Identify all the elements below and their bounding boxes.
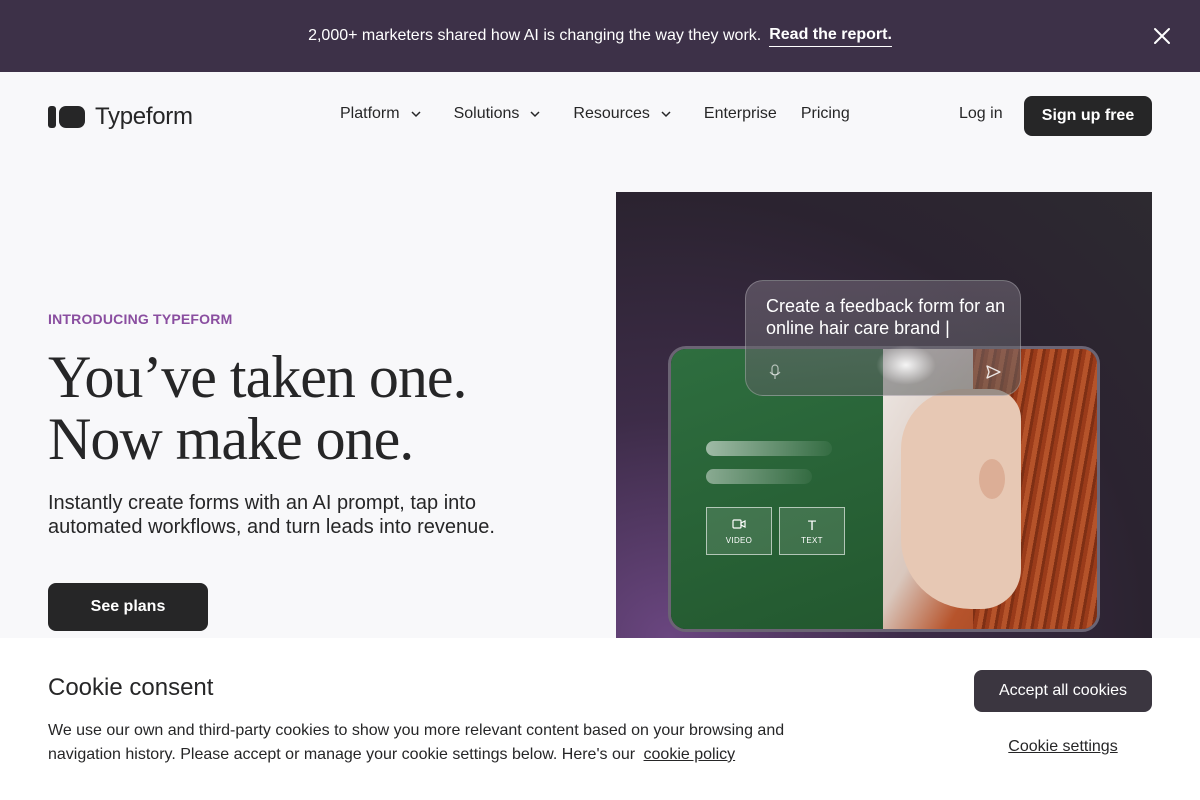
signup-button[interactable]: Sign up free [1024,96,1152,136]
close-icon[interactable] [1152,26,1172,46]
logo-mark-icon [48,106,85,128]
hero-subtext: Instantly create forms with an AI prompt… [48,492,495,538]
placeholder-line [706,469,812,484]
cookie-policy-link[interactable]: cookie policy [644,746,736,763]
chip-label: TEXT [801,535,823,545]
cookie-title: Cookie consent [48,674,214,701]
login-link[interactable]: Log in [959,105,1003,123]
announcement-banner: 2,000+ marketers shared how AI is changi… [0,0,1200,72]
headline-line-2: Now make one. [48,406,414,472]
accept-cookies-button[interactable]: Accept all cookies [974,670,1152,712]
hero-headline: You’ve taken one. Now make one. [48,346,467,470]
nav-item-label: Platform [340,105,400,122]
read-report-link[interactable]: Read the report. [769,26,892,47]
send-icon [984,363,1002,381]
nav-item-platform[interactable]: Platform [340,105,422,123]
cookie-consent-bar: Cookie consent We use our own and third-… [0,638,1200,800]
prompt-text: Create a feedback form for an online hai… [766,296,1006,338]
text-chip: T TEXT [779,507,845,555]
glow-effect [876,345,936,385]
nav-item-label: Solutions [453,105,520,122]
nav-item-solutions[interactable]: Solutions [454,105,542,123]
placeholder-line [706,441,832,456]
see-plans-button[interactable]: See plans [48,583,208,631]
video-camera-icon [732,518,746,532]
headline-line-1: You’ve taken one. [48,344,467,410]
banner-text: 2,000+ marketers shared how AI is changi… [308,27,762,44]
nav-item-label: Resources [573,105,650,122]
cookie-body: We use our own and third-party cookies t… [48,719,788,767]
chevron-down-icon [661,111,671,118]
text-icon: T [807,516,817,533]
nav-item-label: Enterprise [703,105,777,122]
video-chip: VIDEO [706,507,772,555]
ear [979,459,1005,499]
chevron-down-icon [411,111,421,118]
chevron-down-icon [530,111,540,118]
nav-item-label: Pricing [800,105,850,122]
nav-item-resources[interactable]: Resources [573,105,671,123]
microphone-icon [766,363,784,381]
cookie-settings-link[interactable]: Cookie settings [974,738,1152,756]
ai-prompt-card: Create a feedback form for an online hai… [745,280,1021,396]
nav-item-pricing[interactable]: Pricing [801,105,850,123]
typeform-logo[interactable]: Typeform [48,103,193,131]
chip-label: VIDEO [725,535,753,545]
hero-image: VIDEO T TEXT Create a feedback form for … [616,192,1152,638]
face [901,389,1021,609]
logo-text: Typeform [95,103,193,130]
nav-menu: Platform Solutions Resources Enterprise … [340,105,850,123]
main-nav: Typeform Platform Solutions Resources En… [0,72,1200,160]
hero-eyebrow: INTRODUCING TYPEFORM [48,311,233,327]
nav-item-enterprise[interactable]: Enterprise [704,105,777,123]
